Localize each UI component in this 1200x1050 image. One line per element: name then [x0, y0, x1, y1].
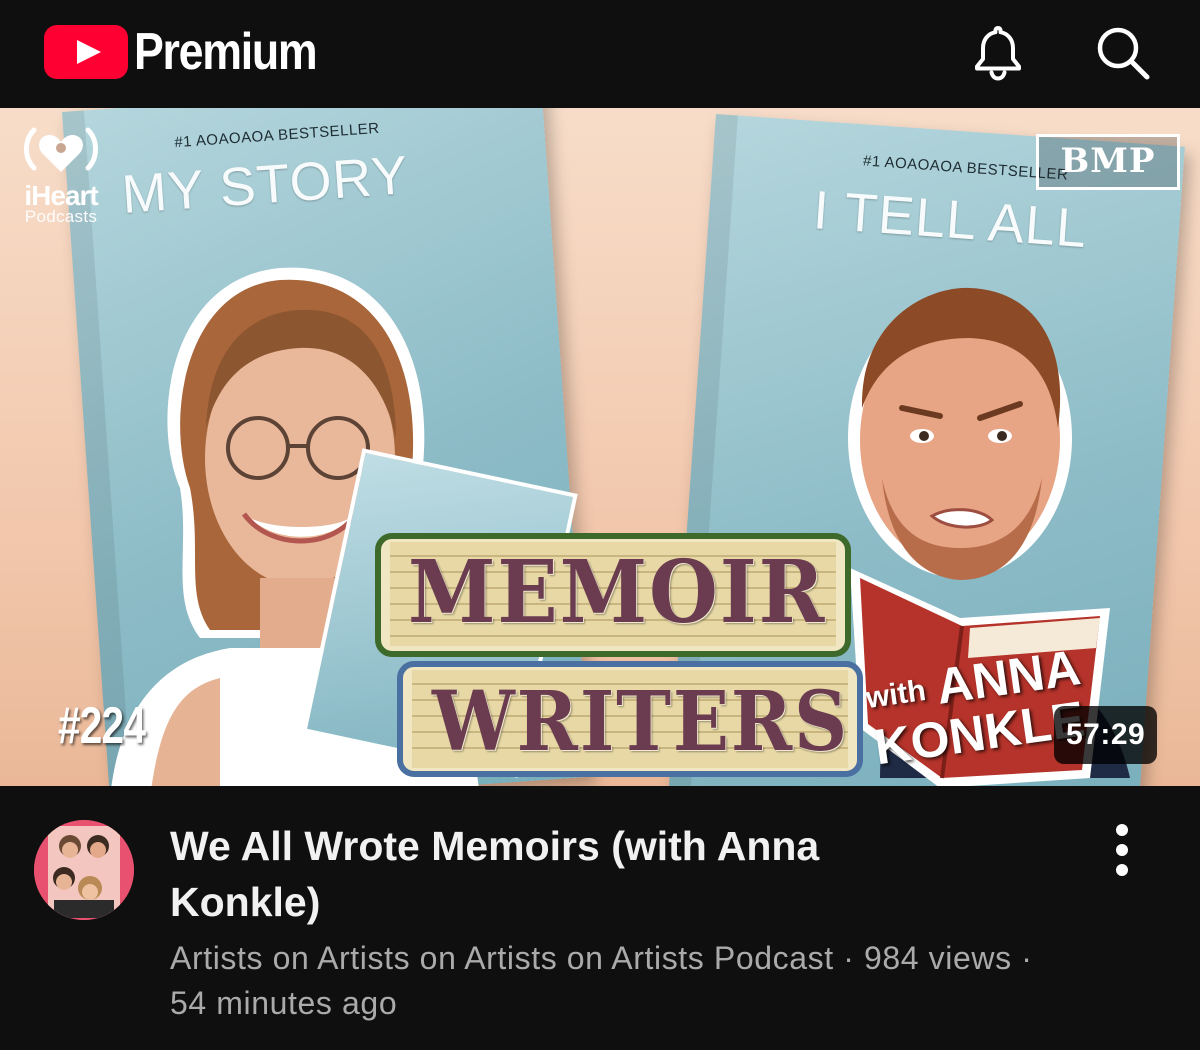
youtube-premium-logo[interactable]: Premium: [44, 22, 346, 82]
iheart-logo-icon: [24, 127, 98, 172]
channel-avatar[interactable]: [34, 820, 134, 920]
meta-separator: ·: [1021, 940, 1033, 976]
video-thumbnail[interactable]: #1 AOAOAOA BESTSELLER MY STORY #1 AOAOAO…: [0, 108, 1200, 786]
duration-badge: 57:29: [1054, 706, 1158, 764]
book-title-left: MY STORY: [119, 145, 411, 225]
view-count: 984 views: [863, 940, 1012, 976]
headline-writers: WRITERS: [432, 674, 850, 770]
video-title[interactable]: We All Wrote Memoirs (with Anna Konkle): [170, 818, 980, 930]
headline-memoir: MEMOIR: [408, 542, 827, 643]
more-options-button[interactable]: [1100, 824, 1144, 884]
more-vert-icon: [1116, 864, 1128, 876]
bmp-logo: BMP: [1036, 134, 1180, 190]
video-metadata: Artists on Artists on Artists on Artists…: [170, 936, 1050, 1026]
book-title-right: I TELL ALL: [811, 180, 1090, 260]
meta-separator: ·: [843, 940, 855, 976]
brand-label: Premium: [134, 23, 318, 81]
youtube-logo-icon: [44, 25, 128, 79]
iheart-subtitle: Podcasts: [24, 207, 98, 226]
channel-avatar-image: [34, 820, 134, 920]
iheart-name: iHeart: [24, 180, 98, 211]
top-app-bar: Premium: [0, 0, 1200, 108]
bell-icon: [975, 26, 1021, 81]
channel-name[interactable]: Artists on Artists on Artists on Artists…: [170, 940, 834, 976]
episode-number: #224: [58, 697, 146, 755]
bestseller-tag-left: #1 AOAOAOA BESTSELLER: [173, 119, 381, 152]
iheart-podcasts-logo: iHeart Podcasts: [16, 120, 106, 225]
notifications-button[interactable]: [966, 20, 1030, 84]
search-icon: [1097, 27, 1150, 80]
search-button[interactable]: [1090, 20, 1154, 84]
upload-age: 54 minutes ago: [170, 985, 398, 1021]
more-vert-icon: [1116, 824, 1128, 836]
more-vert-icon: [1116, 844, 1128, 856]
